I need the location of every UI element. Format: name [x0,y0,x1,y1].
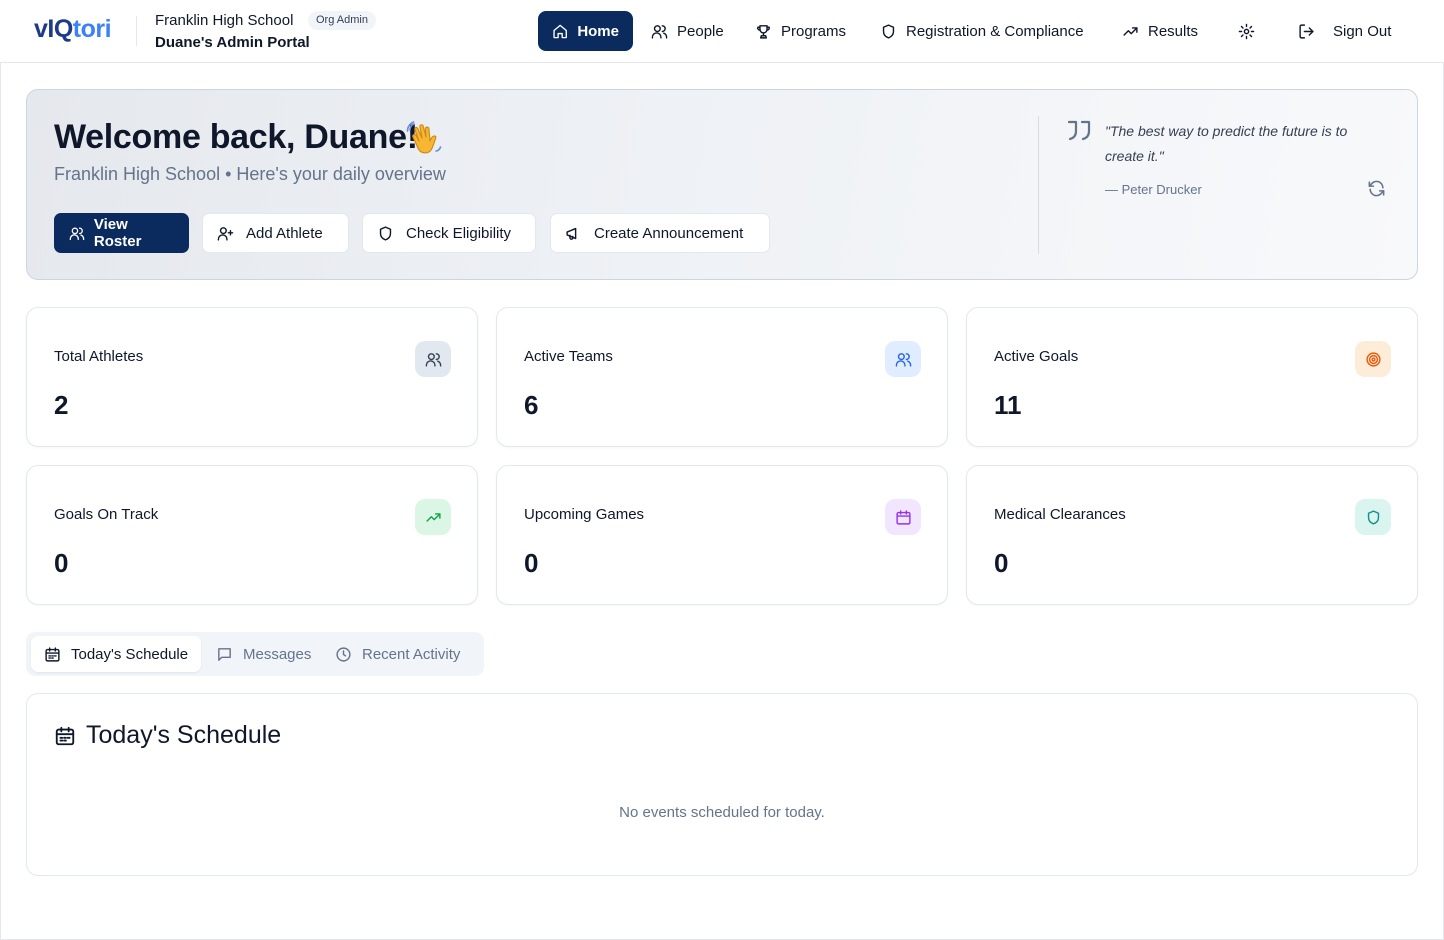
stat-icon-badge [885,341,921,377]
stat-label: Upcoming Games [524,506,645,523]
stat-value: 0 [524,548,539,578]
sign-out-label: Sign Out [1333,22,1392,40]
sign-out-button[interactable]: Sign Out [1284,11,1405,51]
logo-part-1: vIQ [34,15,73,43]
check-eligibility-label: Check Eligibility [406,224,512,242]
calendar-icon [45,646,60,662]
nav-home-label: Home [577,22,619,40]
logo-part-2: tori [72,15,112,43]
tab-messages[interactable]: Messages [203,636,324,672]
add-athlete-button[interactable]: Add Athlete [202,213,349,253]
view-roster-label: View Roster [93,216,142,250]
tab-recent-activity[interactable]: Recent Activity [322,636,473,672]
portal-name: Duane's Admin Portal [155,34,310,51]
header-divider [136,16,137,46]
message-icon [218,647,231,661]
tab-messages-label: Messages [243,645,312,663]
welcome-subtitle: Franklin High School • Here's your daily… [54,164,446,184]
megaphone-icon [566,227,577,240]
stat-label: Medical Clearances [994,506,1126,523]
stat-icon-badge [1355,499,1391,535]
home-icon [553,24,567,38]
quote-divider [1038,116,1039,254]
schedule-heading: Today's Schedule [54,721,281,750]
users-icon [425,352,441,367]
target-icon [1365,351,1381,367]
refresh-icon [1368,180,1385,197]
refresh-quote-button[interactable] [1367,179,1386,198]
welcome-title: Welcome back, Duane! [54,118,418,156]
stat-label: Active Teams [524,348,613,365]
stat-card-total-athletes: Total Athletes 2 [26,307,478,447]
trophy-icon [757,24,770,39]
dashboard-tabs: Today's Schedule Messages Recent Activit… [26,632,484,676]
welcome-card: Welcome back, Duane! Franklin High Schoo… [26,89,1418,280]
quote-text: "The best way to predict the future is t… [1105,123,1348,164]
tab-activity-label: Recent Activity [362,645,461,663]
nav-registration-compliance[interactable]: Registration & Compliance [866,11,1098,51]
logout-icon [1299,23,1314,39]
quote-author: — Peter Drucker [1105,182,1202,197]
gear-icon [1238,23,1255,39]
stat-label: Goals On Track [54,506,159,523]
nav-registration-label: Registration & Compliance [906,22,1084,40]
stat-value: 2 [54,390,69,420]
stat-label: Active Goals [994,348,1079,365]
users-icon [651,24,668,39]
waving-hand-icon [406,121,442,154]
stat-card-active-teams: Active Teams 6 [496,307,948,447]
stat-value: 0 [994,548,1009,578]
nav-results-label: Results [1148,22,1199,40]
shield-icon [379,225,392,241]
nav-people[interactable]: People [637,11,738,51]
role-badge: Org Admin [308,11,376,30]
users-icon [69,227,85,240]
tab-todays-schedule[interactable]: Today's Schedule [31,636,202,672]
stat-card-medical-clearances: Medical Clearances 0 [966,465,1418,605]
trending-up-icon [425,512,441,522]
stat-icon-badge [1355,341,1391,377]
app-logo[interactable]: vIQtori [34,15,112,44]
stat-card-upcoming-games: Upcoming Games 0 [496,465,948,605]
quote-icon [1067,120,1091,141]
shield-icon [1367,509,1379,525]
check-eligibility-button[interactable]: Check Eligibility [362,213,536,253]
stat-label: Total Athletes [54,348,144,365]
top-nav-bar: vIQtori Franklin High School Org Admin D… [0,0,1444,63]
nav-people-label: People [677,22,724,40]
stat-value: 0 [54,548,69,578]
nav-home[interactable]: Home [538,11,633,51]
tab-schedule-label: Today's Schedule [71,645,189,663]
schedule-title: Today's Schedule [86,721,282,749]
users-icon [895,352,911,367]
stat-card-goals-on-track: Goals On Track 0 [26,465,478,605]
stat-value: 6 [524,390,539,420]
stat-icon-badge [415,341,451,377]
stat-card-active-goals: Active Goals 11 [966,307,1418,447]
settings-button[interactable] [1226,11,1267,51]
stat-value: 11 [994,390,1022,420]
stat-icon-badge [415,499,451,535]
add-athlete-label: Add Athlete [246,224,323,242]
nav-programs[interactable]: Programs [741,11,860,51]
schedule-empty-message: No events scheduled for today. [619,804,825,821]
nav-results[interactable]: Results [1108,11,1212,51]
view-roster-button[interactable]: View Roster [54,213,189,253]
trending-up-icon [1123,26,1138,36]
stat-icon-badge [885,499,921,535]
school-name: Franklin High School [155,12,294,29]
todays-schedule-card: Today's Schedule No events scheduled for… [26,693,1418,876]
user-plus-icon [217,226,234,241]
clock-icon [336,646,351,662]
calendar-icon [895,509,911,525]
calendar-icon [55,726,75,745]
create-announcement-label: Create Announcement [594,224,744,242]
nav-programs-label: Programs [781,22,847,40]
shield-icon [882,23,895,39]
create-announcement-button[interactable]: Create Announcement [550,213,770,253]
